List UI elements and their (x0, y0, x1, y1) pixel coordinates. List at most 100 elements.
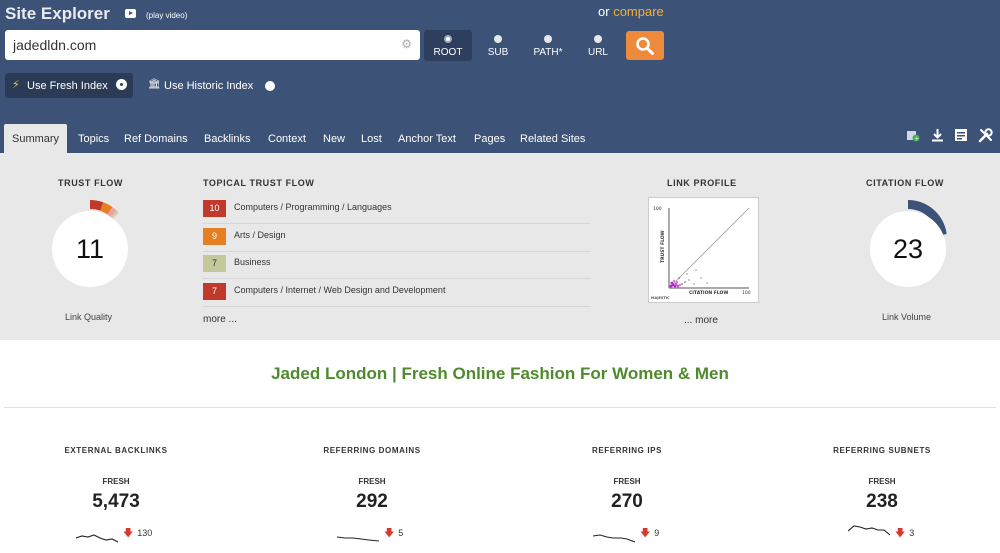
stat-value: 292 (356, 491, 388, 512)
citation-flow-value: 23 (870, 211, 946, 287)
report-icon[interactable] (954, 128, 968, 145)
stat-delta-value: 9 (654, 528, 660, 538)
tab-new[interactable]: New (323, 124, 345, 153)
arrow-down-icon: 🡇 (640, 528, 651, 539)
header: Site Explorer (play video) or compare ja… (0, 0, 1000, 153)
topic-score: 7 (203, 283, 226, 300)
scope-label: ROOT (433, 47, 463, 58)
sparkline (593, 534, 635, 543)
link-profile-plot: 100 100 CITATION FLOW TRUST FLOW MAJESTI… (651, 206, 751, 300)
scope-sub[interactable]: SUB (474, 30, 522, 61)
tab-related-sites[interactable]: Related Sites (520, 124, 585, 153)
historic-index-label: Use Historic Index (164, 80, 254, 92)
stat-delta-value: 5 (398, 528, 404, 538)
radio-icon (544, 35, 552, 43)
play-video-link[interactable]: (play video) (146, 11, 187, 20)
site-title: Jaded London | Fresh Online Fashion For … (271, 364, 729, 383)
gear-icon[interactable]: ⚙ (401, 37, 412, 51)
search-value[interactable]: jadedldn.com (13, 37, 96, 53)
stat-delta: 🡇 9 (640, 526, 659, 543)
stat-delta: 🡇 130 (123, 526, 152, 543)
tab-summary[interactable]: Summary (4, 124, 68, 153)
x-axis-label: CITATION FLOW (689, 290, 728, 296)
y-max-label: 100 (653, 206, 662, 212)
link-profile-chart[interactable]: 100 100 CITATION FLOW TRUST FLOW MAJESTI… (648, 197, 759, 303)
topic-label[interactable]: Arts / Design (234, 230, 286, 240)
tools-icon[interactable] (978, 128, 993, 146)
topic-score: 10 (203, 200, 226, 217)
add-bucket-icon[interactable]: + (906, 128, 920, 145)
x-max-label: 100 (742, 290, 751, 296)
stat-sub: FRESH (868, 477, 896, 486)
tab-pages[interactable]: Pages (474, 124, 505, 153)
sparkline (337, 536, 379, 542)
stat-sub: FRESH (102, 477, 130, 486)
topic-score: 9 (203, 228, 226, 245)
topic-row[interactable]: 10 Computers / Programming / Languages (203, 196, 591, 224)
scope-label: URL (587, 47, 608, 58)
trust-flow-title: TRUST FLOW (58, 178, 123, 188)
svg-text:+: + (914, 135, 919, 142)
radio-icon (265, 81, 275, 91)
topic-label[interactable]: Computers / Internet / Web Design and De… (234, 285, 445, 295)
y-axis-label: TRUST FLOW (660, 230, 666, 263)
scope-url[interactable]: URL (574, 30, 622, 61)
scope-path[interactable]: PATH* (524, 30, 572, 61)
radio-icon (494, 35, 502, 43)
scope-label: PATH* (533, 47, 563, 58)
tab-ref-domains[interactable]: Ref Domains (124, 124, 188, 153)
stat-title: REFERRING DOMAINS (323, 446, 421, 455)
stat-delta-value: 130 (137, 528, 153, 538)
topic-label[interactable]: Computers / Programming / Languages (234, 202, 392, 212)
citation-flow-caption: Link Volume (882, 312, 932, 322)
scope-root[interactable]: ROOT (424, 30, 472, 61)
stat-title: EXTERNAL BACKLINKS (64, 446, 168, 455)
metrics-panel: TRUST FLOW 11 Link Quality TOPICAL TRUST… (0, 153, 1000, 340)
topic-score: 7 (203, 255, 226, 272)
sparkline (76, 534, 118, 543)
scatter-points (669, 269, 708, 288)
stat-title: REFERRING IPS (591, 446, 663, 455)
trust-flow-value: 11 (52, 211, 128, 287)
tab-anchor-text[interactable]: Anchor Text (398, 124, 456, 153)
tab-backlinks[interactable]: Backlinks (204, 124, 250, 153)
bank-icon: 🏛 (148, 79, 161, 90)
stat-delta: 🡇 3 (895, 526, 914, 543)
topics-more-link[interactable]: more ... (203, 314, 237, 325)
arrow-down-icon: 🡇 (384, 528, 395, 539)
radio-selected-icon (117, 80, 126, 89)
stat-sub: FRESH (613, 477, 641, 486)
link-profile-title: LINK PROFILE (667, 178, 737, 188)
lightning-icon: ⚡ (12, 79, 20, 91)
topic-row[interactable]: 9 Arts / Design (203, 224, 591, 252)
play-video-icon[interactable] (125, 9, 136, 18)
topic-row[interactable]: 7 Computers / Internet / Web Design and … (203, 279, 591, 307)
fresh-index-label: Use Fresh Index (27, 80, 108, 92)
topic-row[interactable]: 7 Business (203, 251, 591, 279)
tab-context[interactable]: Context (268, 124, 306, 153)
fresh-index-toggle[interactable]: ⚡ Use Fresh Index (5, 73, 133, 98)
tab-topics[interactable]: Topics (78, 124, 109, 153)
download-icon[interactable] (931, 128, 944, 145)
search-icon (636, 37, 654, 55)
stat-delta-value: 3 (909, 528, 915, 538)
stat-value: 5,473 (92, 491, 140, 512)
or-text: or (598, 4, 610, 19)
topical-title: TOPICAL TRUST FLOW (203, 178, 315, 188)
stat-delta: 🡇 5 (384, 526, 403, 543)
sparkline (848, 525, 890, 536)
scope-label: SUB (487, 47, 509, 58)
stat-sub: FRESH (358, 477, 386, 486)
compare-link[interactable]: compare (613, 4, 664, 19)
stat-value: 238 (866, 491, 898, 512)
link-profile-more-link[interactable]: ... more (684, 315, 718, 326)
radio-icon (444, 35, 452, 43)
stat-value: 270 (611, 491, 643, 512)
topic-label[interactable]: Business (234, 257, 271, 267)
citation-flow-title: CITATION FLOW (866, 178, 944, 188)
search-input[interactable]: jadedldn.com ⚙ (5, 30, 420, 60)
tab-lost[interactable]: Lost (361, 124, 382, 153)
search-button[interactable] (626, 31, 664, 60)
trust-flow-caption: Link Quality (65, 312, 113, 322)
stat-title: REFERRING SUBNETS (833, 446, 931, 455)
